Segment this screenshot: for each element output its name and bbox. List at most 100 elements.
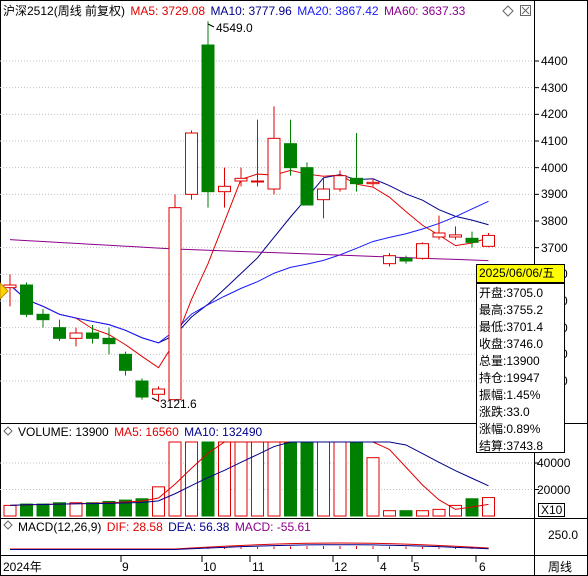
tooltip-row: 开盘:3705.0 <box>479 286 543 300</box>
volume-axis-label: 40000 <box>537 456 571 470</box>
tooltip-value: 19947 <box>506 371 540 385</box>
price-axis-label: 4000 <box>541 160 568 175</box>
volume-bar <box>36 503 50 517</box>
contract-title: 沪深2512(周线 前复权) <box>3 4 126 18</box>
candle-body <box>152 388 165 395</box>
collapse-icon[interactable] <box>502 5 514 17</box>
volume-bar <box>185 441 198 517</box>
tooltip-label: 收盘: <box>479 337 507 351</box>
candle-body <box>432 232 446 238</box>
volume-bar <box>284 441 297 517</box>
candle-body <box>317 188 330 201</box>
volume-unit: X10 <box>538 503 566 517</box>
candle-body <box>267 137 281 190</box>
tooltip-panel: 开盘:3705.0 最高:3755.2 最低:3701.4 收盘:3746.0 总量: 1… <box>476 283 565 453</box>
volume-ma-lines <box>9 441 489 510</box>
tooltip-label: 振幅: <box>479 388 507 402</box>
volume-bar <box>234 441 248 517</box>
candle-body <box>168 207 182 401</box>
candle-body <box>53 327 66 339</box>
x-label: 5 <box>413 560 420 574</box>
tooltip-row: 结算:3743.8 <box>479 439 543 453</box>
tooltip-value: 3701.4 <box>506 320 544 334</box>
tooltip-value: 1.45% <box>506 388 541 402</box>
volume-ma5-line <box>9 441 489 510</box>
volume-bar <box>432 508 446 517</box>
volume-axis-label: 20000 <box>537 483 571 497</box>
volume-bar <box>20 503 33 517</box>
tooltip-label: 涨幅: <box>479 422 507 436</box>
candle-body <box>119 353 132 371</box>
macd-dif: DIF: 28.58 <box>106 520 163 534</box>
tooltip-row: 最高:3755.2 <box>479 303 543 317</box>
volume-bar <box>317 441 330 517</box>
candle-body <box>20 284 33 315</box>
x-label: 10 <box>203 560 217 574</box>
price-axis-label: 4100 <box>541 134 568 148</box>
tooltip-value: 33.0 <box>506 405 530 419</box>
volume-bar <box>366 457 380 517</box>
candle-body <box>482 234 495 247</box>
tooltip-row: 收盘:3746.0 <box>479 337 543 351</box>
candle-body <box>383 255 396 265</box>
candle-body <box>185 132 198 195</box>
price-axis-label: 4300 <box>541 80 568 95</box>
tooltip-value: 3746.0 <box>506 337 544 351</box>
tooltip-value: 3705.0 <box>506 286 544 300</box>
tooltip-row: 涨跌:33.0 <box>479 405 530 419</box>
macd-dea: DEA: 56.38 <box>168 520 230 534</box>
x-label: 4 <box>380 560 387 574</box>
tooltip-date: 2025/06/06/五 <box>476 264 565 283</box>
candle-body <box>449 234 462 238</box>
volume-bar <box>86 502 99 517</box>
candle-body <box>251 180 264 183</box>
candle-body <box>86 332 99 339</box>
ma5-value: MA5: 3729.08 <box>130 4 206 18</box>
tooltip-label: 涨跌: <box>479 405 507 419</box>
candle-body <box>102 337 116 345</box>
volume-bar <box>399 510 413 517</box>
x-label: 6 <box>479 560 486 574</box>
tooltip-label: 最低: <box>479 320 507 334</box>
close-icon[interactable] <box>520 5 531 16</box>
tooltip-label: 总量: <box>479 354 507 368</box>
volume-bar <box>267 441 281 517</box>
low-annotation: 3121.6 <box>160 397 197 411</box>
volume-panel-collapse-icon[interactable] <box>3 426 13 436</box>
volume-ma5: MA5: 16560 <box>114 425 179 439</box>
volume-ma10: MA10: 132490 <box>184 425 263 439</box>
macd-panel-collapse-icon[interactable] <box>3 520 13 530</box>
tooltip-row: 涨幅:0.89% <box>479 422 540 436</box>
volume-bar <box>3 504 17 517</box>
price-axis-label: 3900 <box>541 187 568 202</box>
volume-bar <box>53 502 66 517</box>
high-annotation: 4549.0 <box>216 21 253 35</box>
volume-bar <box>300 441 314 517</box>
high-arrow <box>207 23 215 28</box>
candle-body <box>201 44 215 193</box>
candle-body <box>135 380 149 398</box>
candle-body <box>284 143 297 169</box>
volume-bar <box>350 441 363 517</box>
tooltip-value: 3743.8 <box>506 439 544 453</box>
candle-body <box>333 175 347 190</box>
tooltip-label: 开盘: <box>479 286 507 300</box>
volume-ma10-line <box>9 441 489 506</box>
macd-header: MACD(12,26,9) DIF: 28.58 DEA: 56.38 MACD… <box>18 520 311 534</box>
volume-bar <box>333 441 347 517</box>
volume-bar <box>69 502 83 517</box>
period-tab[interactable]: 周线 <box>548 560 572 574</box>
candle-body <box>218 185 231 193</box>
candle-body <box>350 177 363 185</box>
macd-value: MACD: -55.61 <box>234 520 311 534</box>
macd-lines <box>10 542 489 550</box>
candle-body <box>465 237 479 243</box>
price-axis-label: 3700 <box>541 240 568 255</box>
x-label: 11 <box>252 560 265 574</box>
price-header: 沪深2512(周线 前复权) MA5: 3729.08 MA10: 3777.9… <box>3 4 465 18</box>
volume-title: VOLUME: 13900 <box>18 425 109 439</box>
ma20-value: MA20: 3867.42 <box>297 4 379 18</box>
volume-bar <box>168 441 182 517</box>
candle-body <box>416 243 429 259</box>
macd-title: MACD(12,26,9) <box>18 520 102 534</box>
